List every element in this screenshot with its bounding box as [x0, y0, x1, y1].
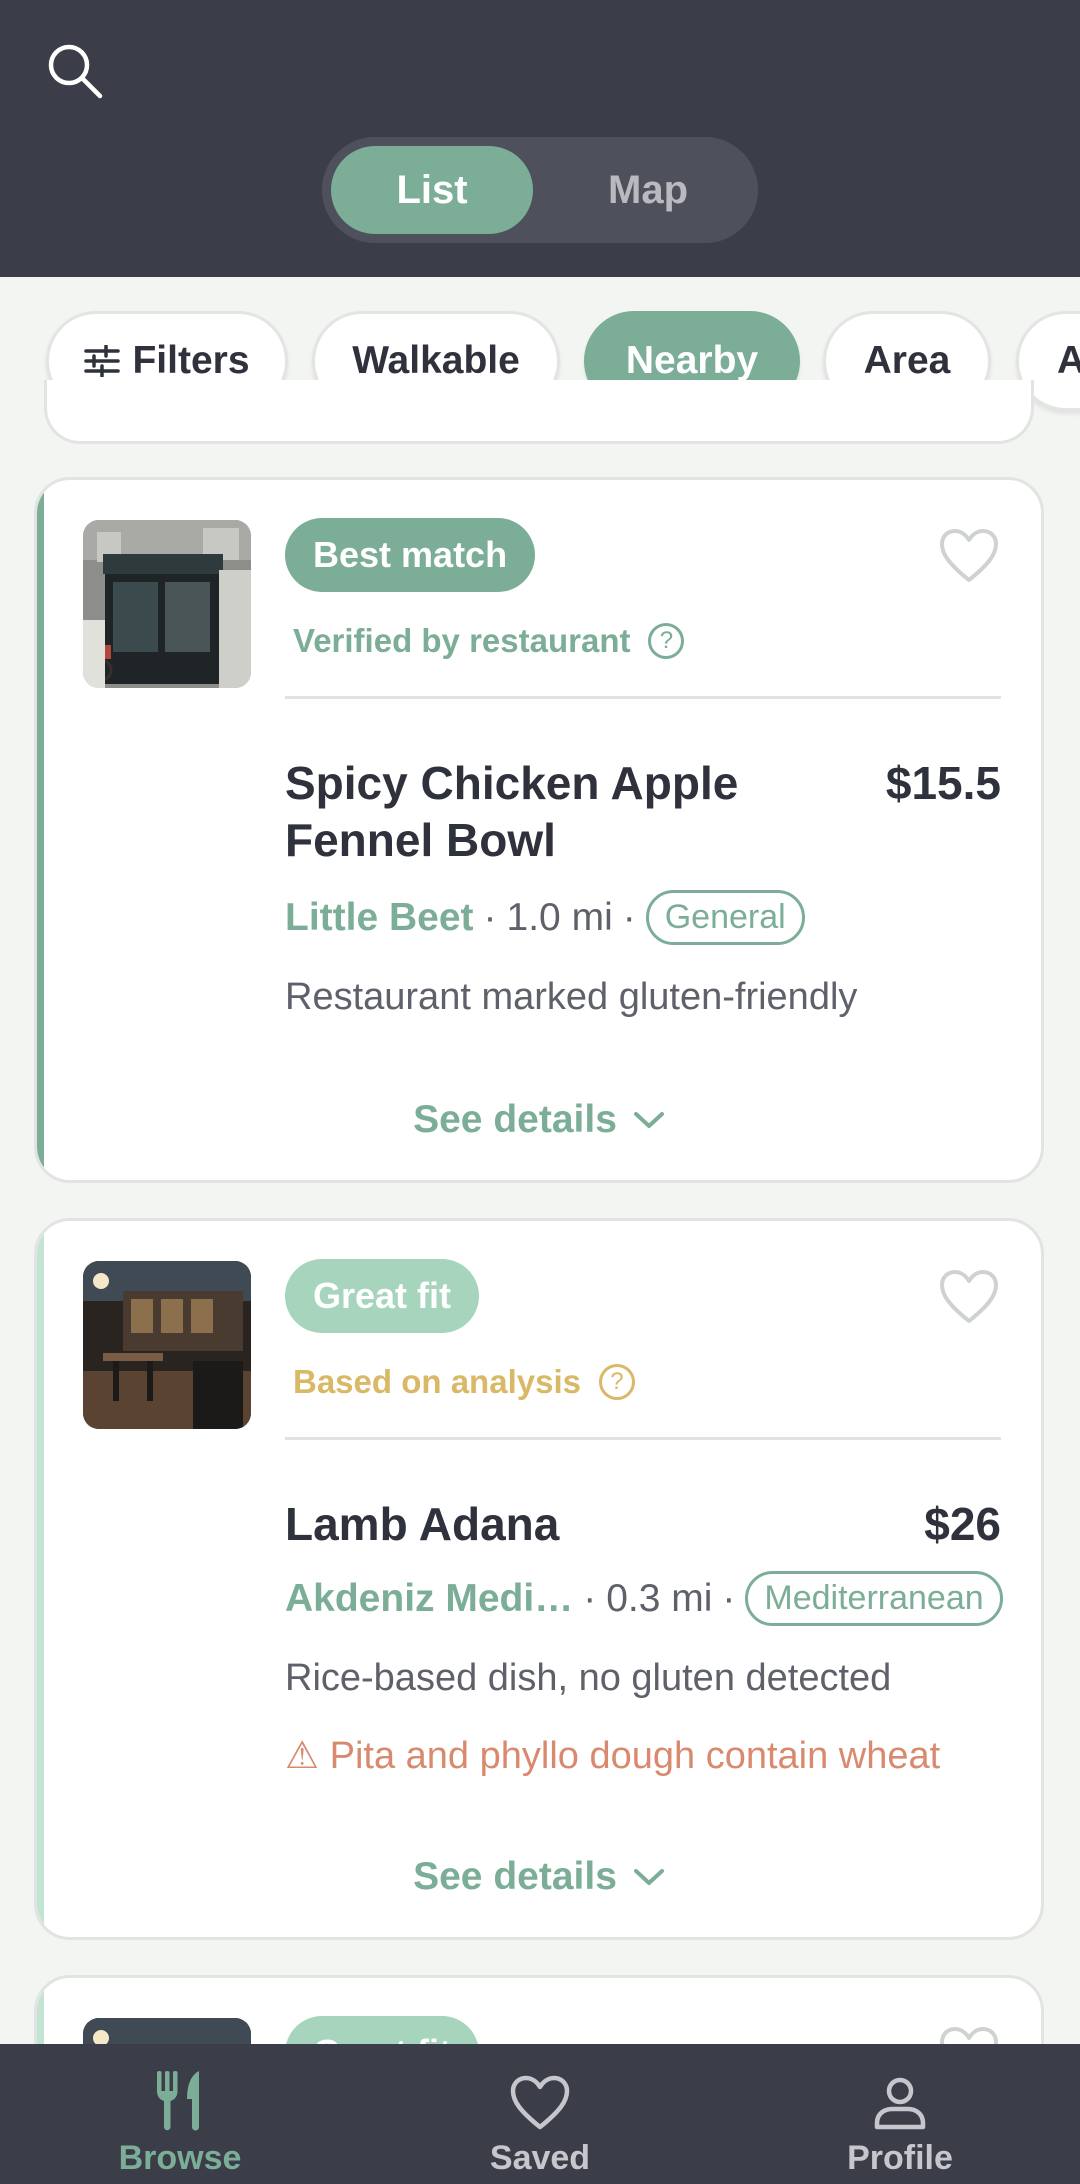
person-icon	[874, 2077, 926, 2130]
cuisine-tag: General	[645, 890, 805, 945]
nav-profile-label: Profile	[847, 2139, 953, 2177]
see-details-button[interactable]: See details	[37, 1098, 1041, 1142]
divider	[285, 1437, 1001, 1440]
verification-label: Based on analysis	[293, 1363, 581, 1400]
heart-icon	[940, 529, 998, 582]
search-icon	[48, 44, 103, 99]
verification-label: Verified by restaurant	[293, 622, 631, 659]
see-details-label: See details	[413, 1855, 617, 1898]
heart-icon	[940, 1270, 998, 1323]
search-button[interactable]	[44, 40, 104, 100]
result-card[interactable]: Best match Verified by restaurant ? Spic…	[34, 477, 1044, 1183]
sliders-icon	[84, 345, 121, 377]
verification-status: Based on analysis ?	[293, 1363, 635, 1401]
match-badge: Great fit	[285, 1259, 480, 1333]
dish-price: $26	[924, 1498, 1001, 1550]
dish-description: Restaurant marked gluten-friendly	[285, 976, 858, 1018]
nav-profile[interactable]: Profile	[750, 2044, 1050, 2184]
save-button[interactable]	[939, 1269, 999, 1325]
match-badge: Best match	[285, 518, 536, 592]
restaurant-meta: Akdeniz Medi… · 0.3 mi · Mediterranean	[285, 1571, 1003, 1626]
see-details-button[interactable]: See details	[37, 1855, 1041, 1899]
restaurant-name[interactable]: Little Beet	[285, 896, 474, 940]
help-icon[interactable]: ?	[648, 623, 685, 659]
chevron-down-icon	[633, 1112, 664, 1128]
nav-browse[interactable]: Browse	[30, 2044, 330, 2184]
restaurant-photo	[83, 520, 251, 688]
fork-knife-icon	[157, 2071, 199, 2131]
dish-price: $15.5	[885, 757, 1001, 809]
nav-saved[interactable]: Saved	[390, 2044, 690, 2184]
verification-status: Verified by restaurant ?	[293, 622, 685, 660]
previous-card-edge	[44, 380, 1034, 444]
filters-chip-label: Filters	[132, 339, 250, 382]
dish-name: Lamb Adana	[285, 1498, 560, 1550]
dish-description: Rice-based dish, no gluten detected	[285, 1657, 892, 1699]
view-toggle: List Map	[322, 137, 758, 243]
heart-icon	[510, 2075, 570, 2130]
restaurant-meta: Little Beet · 1.0 mi · General	[285, 890, 805, 945]
save-button[interactable]	[939, 528, 999, 584]
restaurant-photo	[83, 1261, 251, 1429]
help-icon[interactable]: ?	[598, 1364, 635, 1400]
nav-saved-label: Saved	[489, 2139, 591, 2177]
result-card[interactable]: Great fit Based on analysis ? Lamb Adana…	[34, 1218, 1044, 1940]
nav-browse-label: Browse	[118, 2139, 242, 2177]
divider	[285, 696, 1001, 699]
map-view-tab[interactable]: Map	[547, 146, 749, 234]
see-details-label: See details	[413, 1098, 617, 1141]
cuisine-tag: Mediterranean	[745, 1571, 1003, 1626]
distance: 1.0 mi	[506, 895, 613, 939]
chevron-down-icon	[633, 1869, 664, 1885]
top-header: List Map	[0, 0, 1080, 277]
bottom-navigation: Browse Saved Profile	[0, 2044, 1080, 2184]
allergen-warning: ⚠ Pita and phyllo dough contain wheat	[285, 1735, 941, 1777]
restaurant-name[interactable]: Akdeniz Medi…	[285, 1577, 573, 1621]
dish-name: Spicy Chicken Apple Fennel Bowl	[285, 757, 739, 866]
list-view-tab[interactable]: List	[331, 146, 533, 234]
distance: 0.3 mi	[606, 1576, 713, 1620]
